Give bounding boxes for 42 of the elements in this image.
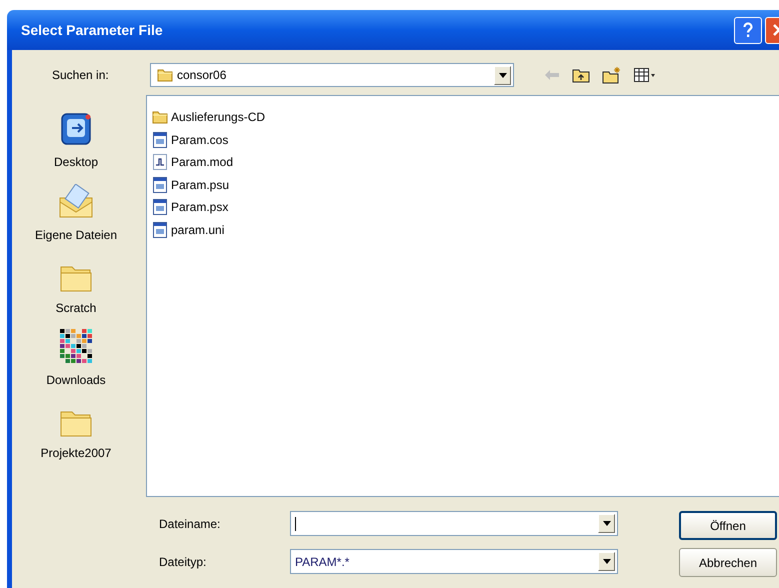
color-grid-icon [58,327,94,366]
new-folder-icon[interactable] [602,66,622,84]
views-menu-icon[interactable] [634,68,656,82]
file-item[interactable]: Param.cos [151,128,779,151]
window-title: Select Parameter File [21,20,164,40]
caret-icon [498,72,506,78]
place-label[interactable]: Desktop [54,153,98,171]
document-icon [152,154,166,170]
folder-icon [157,68,173,82]
document-icon [152,132,166,148]
document-icon [152,222,166,238]
file-item[interactable]: Param.psx [151,196,779,218]
dropdown-button[interactable] [598,514,615,533]
document-icon [152,176,166,193]
help-icon [743,22,753,38]
caret-icon [602,559,610,564]
field-value: PARAM*.* [295,554,350,570]
look-in-dropdown[interactable]: consor06 [150,63,514,87]
text-cursor [295,516,296,530]
up-folder-icon[interactable] [572,67,590,83]
file-item[interactable]: param.uni [151,218,779,241]
file-item[interactable]: Param.mod [151,151,779,174]
file-item[interactable]: Auslieferungs-CD [151,106,779,128]
dropdown-button[interactable] [494,66,511,84]
place-label[interactable]: Projekte2007 [40,444,112,462]
file-item[interactable]: Param.psu [151,174,779,196]
dropdown-button[interactable] [598,552,615,571]
look-in-value: consor06 [177,67,228,84]
file-type-dropdown[interactable]: PARAM*.* [290,549,618,574]
cancel-button[interactable]: Abbrechen [679,548,777,577]
field-label: Dateiname: [159,516,222,532]
file-name-field[interactable] [290,511,618,536]
look-in-label: Suchen in: [52,67,110,84]
caret-icon [602,521,610,526]
document-icon [152,199,166,216]
field-label: Dateityp: [159,554,208,570]
place-label[interactable]: Eigene Dateien [34,226,118,244]
place-label[interactable]: Scratch [56,298,96,317]
open-button[interactable]: Öffnen [679,511,777,540]
folder-icon [152,110,168,124]
place-label[interactable]: Downloads [46,371,106,390]
help-button[interactable] [734,16,762,44]
